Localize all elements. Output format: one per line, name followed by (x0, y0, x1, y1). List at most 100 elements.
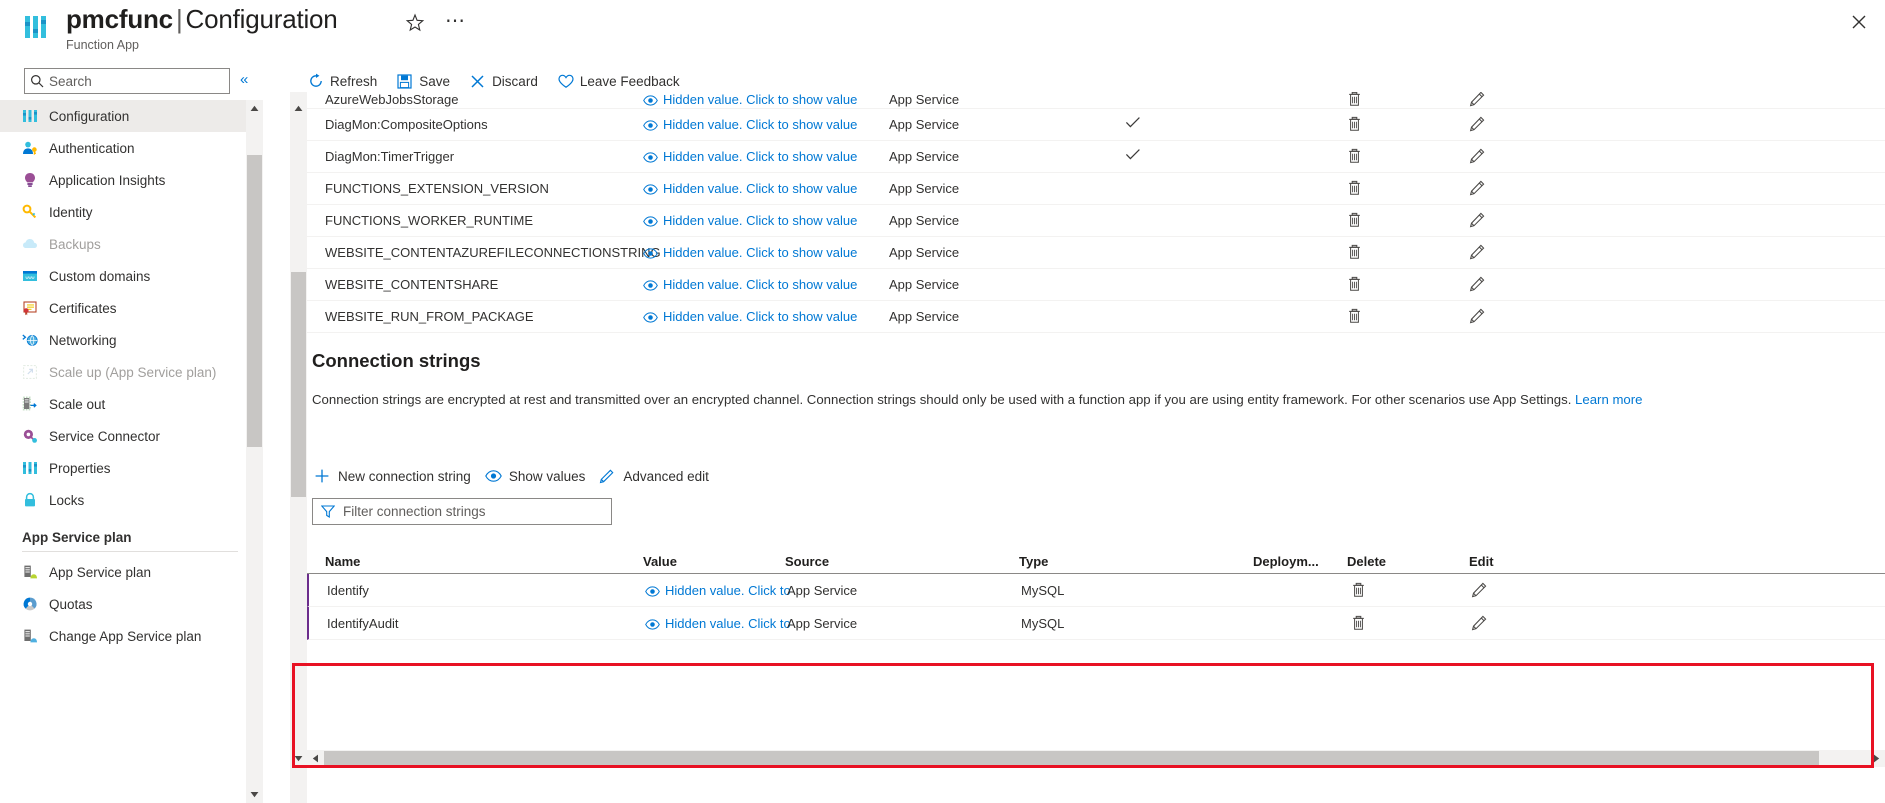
service-connector-icon (22, 427, 49, 445)
column-header-edit[interactable]: Edit (1469, 554, 1494, 569)
delete-app-setting-icon[interactable] (1347, 116, 1362, 135)
content-vertical-scrollbar[interactable] (290, 92, 307, 803)
column-header-deployment[interactable]: Deploym... (1253, 554, 1319, 569)
sidebar-item-certificates[interactable]: Certificates (0, 292, 246, 324)
filter-connection-strings-box[interactable] (312, 498, 612, 525)
filter-connection-strings-input[interactable] (343, 504, 593, 519)
app-setting-row[interactable]: DiagMon:TimerTrigger Hidden value. Click… (307, 141, 1885, 173)
column-header-name[interactable]: Name (325, 554, 360, 569)
sidebar-item-properties[interactable]: Properties (0, 452, 246, 484)
sidebar-item-application-insights[interactable]: Application Insights (0, 164, 246, 196)
sidebar-item-service-connector[interactable]: Service Connector (0, 420, 246, 452)
search-input[interactable] (49, 73, 217, 89)
scroll-down-arrow-icon[interactable] (246, 786, 263, 803)
app-setting-source: App Service (889, 213, 960, 228)
app-setting-hidden-value-link[interactable]: Hidden value. Click to show value (643, 245, 857, 260)
content-scroll-down-arrow-icon[interactable] (290, 750, 307, 767)
show-values-button[interactable]: Show values (483, 460, 598, 492)
ellipsis-icon[interactable]: ⋯ (445, 11, 466, 31)
app-setting-hidden-value-link[interactable]: Hidden value. Click to show value (643, 92, 857, 107)
sidebar-item-networking[interactable]: Networking (0, 324, 246, 356)
star-icon[interactable] (404, 12, 426, 34)
content-scroll-thumb[interactable] (291, 272, 306, 497)
sidebar-item-identity[interactable]: Identity (0, 196, 246, 228)
content-scroll-up-arrow-icon[interactable] (290, 100, 307, 117)
app-setting-source: App Service (889, 117, 960, 132)
edit-connection-string-icon[interactable] (1471, 582, 1487, 601)
edit-app-setting-icon[interactable] (1469, 180, 1485, 199)
connection-strings-description-text: Connection strings are encrypted at rest… (312, 392, 1572, 407)
scroll-up-arrow-icon[interactable] (246, 100, 263, 117)
blade-content: AzureWebJobsStorage Hidden value. Click … (290, 92, 1885, 803)
delete-app-setting-icon[interactable] (1347, 212, 1362, 231)
app-setting-hidden-value-link[interactable]: Hidden value. Click to show value (643, 213, 857, 228)
delete-app-setting-icon[interactable] (1347, 308, 1362, 327)
close-icon[interactable] (1849, 12, 1869, 32)
column-header-delete[interactable]: Delete (1347, 554, 1386, 569)
edit-app-setting-icon[interactable] (1469, 116, 1485, 135)
delete-app-setting-icon[interactable] (1347, 148, 1362, 167)
edit-app-setting-icon[interactable] (1469, 212, 1485, 231)
column-header-value[interactable]: Value (643, 554, 677, 569)
connection-string-row[interactable]: IdentifyAudit Hidden value. Click to App … (307, 607, 1885, 640)
backups-cloud-icon (22, 235, 49, 253)
left-pane-scrollbar[interactable] (246, 100, 263, 803)
advanced-edit-button[interactable]: Advanced edit (597, 460, 721, 492)
new-connection-string-button[interactable]: New connection string (312, 460, 483, 492)
connection-string-hidden-value-link[interactable]: Hidden value. Click to (645, 583, 791, 598)
delete-app-setting-icon[interactable] (1347, 92, 1362, 108)
connection-strings-horizontal-scrollbar[interactable] (307, 750, 1885, 767)
sidebar-item-change-app-service-plan[interactable]: Change App Service plan (0, 620, 246, 652)
edit-app-setting-icon[interactable] (1469, 308, 1485, 327)
eye-icon (645, 585, 660, 600)
app-setting-row[interactable]: DiagMon:CompositeOptions Hidden value. C… (307, 109, 1885, 141)
sidebar-item-locks[interactable]: Locks (0, 484, 246, 516)
sidebar-item-label: App Service plan (49, 564, 152, 580)
edit-app-setting-icon[interactable] (1469, 276, 1485, 295)
app-setting-row[interactable]: FUNCTIONS_EXTENSION_VERSION Hidden value… (307, 173, 1885, 205)
connection-string-hidden-value-link[interactable]: Hidden value. Click to (645, 616, 791, 631)
connection-strings-table-body: Identify Hidden value. Click to App Servi… (307, 574, 1885, 640)
scroll-left-arrow-icon[interactable] (307, 750, 324, 767)
connection-strings-description: Connection strings are encrypted at rest… (312, 389, 1852, 411)
delete-app-setting-icon[interactable] (1347, 180, 1362, 199)
connection-string-row[interactable]: Identify Hidden value. Click to App Servi… (307, 574, 1885, 607)
sidebar-item-app-service-plan[interactable]: App Service plan (0, 556, 246, 588)
column-header-type[interactable]: Type (1019, 554, 1048, 569)
app-setting-row[interactable]: AzureWebJobsStorage Hidden value. Click … (307, 92, 1885, 109)
app-setting-source: App Service (889, 277, 960, 292)
app-setting-hidden-value-link[interactable]: Hidden value. Click to show value (643, 149, 857, 164)
app-setting-hidden-value-link[interactable]: Hidden value. Click to show value (643, 309, 857, 324)
app-setting-row[interactable]: WEBSITE_CONTENTSHARE Hidden value. Click… (307, 269, 1885, 301)
app-setting-hidden-value-link[interactable]: Hidden value. Click to show value (643, 277, 857, 292)
sidebar-item-scale-out[interactable]: Scale out (0, 388, 246, 420)
scroll-right-arrow-icon[interactable] (1868, 750, 1885, 767)
title-separator: | (175, 4, 183, 34)
left-pane-scroll-thumb[interactable] (247, 155, 262, 447)
delete-app-setting-icon[interactable] (1347, 276, 1362, 295)
sidebar-item-authentication[interactable]: Authentication (0, 132, 246, 164)
horizontal-scroll-thumb[interactable] (324, 751, 1819, 766)
edit-connection-string-icon[interactable] (1471, 615, 1487, 634)
sidebar-item-label: Scale out (49, 396, 106, 412)
sidebar-item-quotas[interactable]: Quotas (0, 588, 246, 620)
sidebar-item-label: Custom domains (49, 268, 151, 284)
delete-connection-string-icon[interactable] (1351, 615, 1366, 634)
edit-app-setting-icon[interactable] (1469, 148, 1485, 167)
sidebar-item-custom-domains[interactable]: www Custom domains (0, 260, 246, 292)
app-setting-row[interactable]: FUNCTIONS_WORKER_RUNTIME Hidden value. C… (307, 205, 1885, 237)
column-header-source[interactable]: Source (785, 554, 829, 569)
app-setting-row[interactable]: WEBSITE_RUN_FROM_PACKAGE Hidden value. C… (307, 301, 1885, 333)
app-setting-name: DiagMon:TimerTrigger (325, 149, 455, 164)
collapse-pane-button[interactable]: « (240, 71, 248, 89)
edit-app-setting-icon[interactable] (1469, 244, 1485, 263)
app-setting-hidden-value-link[interactable]: Hidden value. Click to show value (643, 181, 857, 196)
delete-app-setting-icon[interactable] (1347, 244, 1362, 263)
sidebar-item-configuration[interactable]: Configuration (0, 100, 246, 132)
app-setting-hidden-value-link[interactable]: Hidden value. Click to show value (643, 117, 857, 132)
delete-connection-string-icon[interactable] (1351, 582, 1366, 601)
app-setting-row[interactable]: WEBSITE_CONTENTAZUREFILECONNECTIONSTRING… (307, 237, 1885, 269)
search-box[interactable] (24, 68, 230, 94)
edit-app-setting-icon[interactable] (1469, 92, 1485, 108)
learn-more-link[interactable]: Learn more (1575, 392, 1642, 407)
